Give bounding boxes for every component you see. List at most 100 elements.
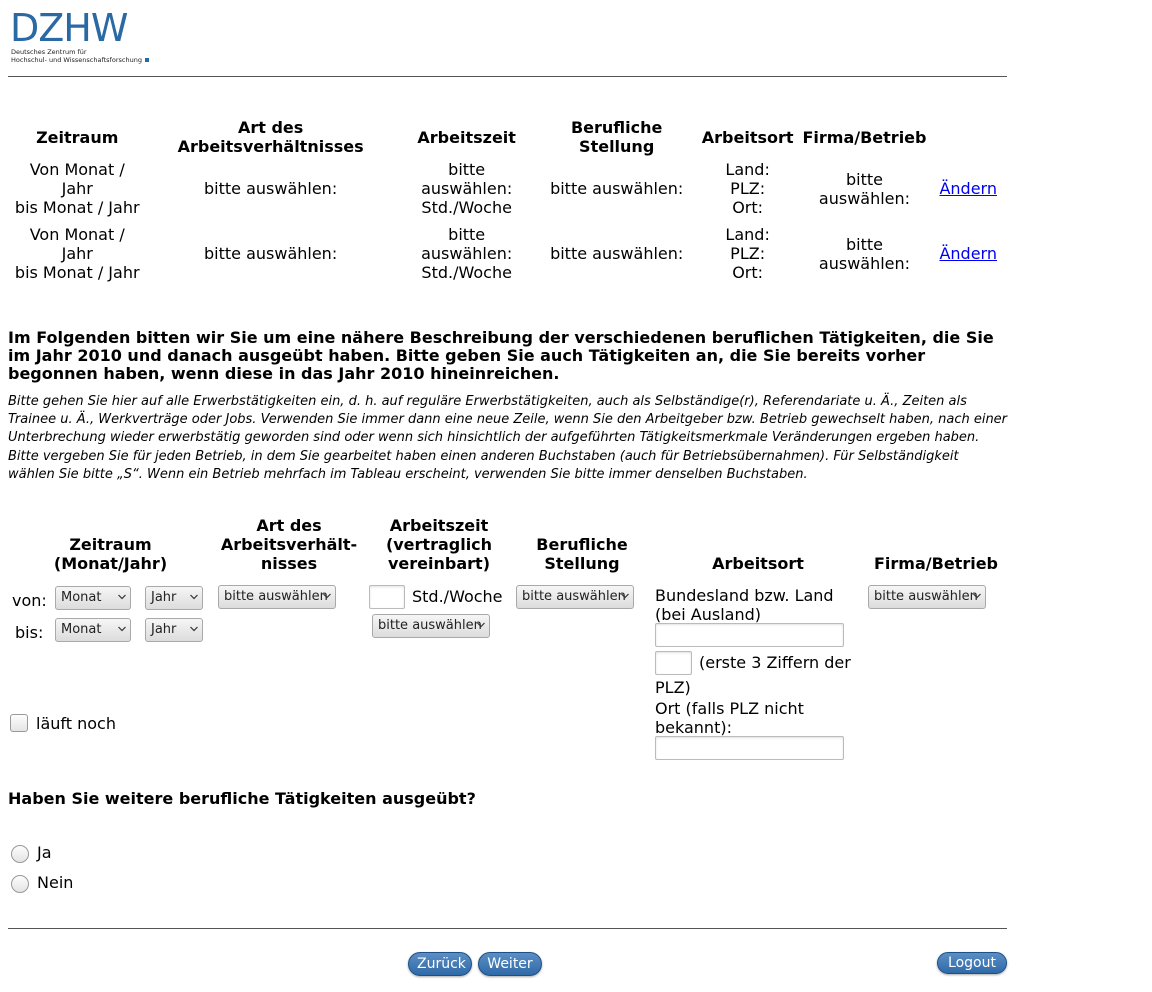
arbeitszeit-select[interactable]: bitte auswählen xyxy=(372,614,490,638)
entry-header-art: Art des Arbeitsverhält-nisses xyxy=(214,516,364,573)
summary-header-art: Art des Arbeitsverhältnisses xyxy=(177,118,364,156)
summary-cell-arbeitsort: Land: PLZ: Ort: xyxy=(695,156,801,221)
chevron-down-icon xyxy=(323,593,331,599)
logo-subtitle-line2: Hochschul- und Wissenschaftsforschung xyxy=(11,56,149,64)
firma-line: bitte xyxy=(845,169,883,189)
von-year-select[interactable]: Jahr xyxy=(145,586,203,610)
footer-divider xyxy=(8,928,1007,929)
az-line: auswählen: xyxy=(421,244,513,263)
zeitraum-line: bis Monat / Jahr xyxy=(14,263,140,282)
az-line: bitte xyxy=(448,160,486,179)
ort-line: Ort: xyxy=(732,263,764,282)
back-button[interactable]: Zurück xyxy=(408,952,472,976)
header-line: (Monat/Jahr) xyxy=(53,554,168,573)
bundesland-input[interactable] xyxy=(655,623,844,647)
plz-label-line1: (erste 3 Ziffern der xyxy=(699,653,851,672)
summary-cell-art: bitte auswählen: xyxy=(204,244,338,263)
activity-entry-form: Zeitraum (Monat/Jahr) Art des Arbeitsverhä… xyxy=(8,516,1008,766)
header-line: (vertraglich xyxy=(385,535,493,554)
summary-cell-firma: bitte auswählen: xyxy=(800,156,928,221)
zeitraum-line: Von Monat / xyxy=(29,225,125,244)
entry-header-firma: Firma/Betrieb xyxy=(874,554,998,573)
chevron-down-icon xyxy=(477,622,485,628)
zeitraum-line: Jahr xyxy=(61,179,93,198)
logo-subtitle-line1: Deutsches Zentrum für xyxy=(11,48,87,56)
bis-month-select[interactable]: Monat xyxy=(55,618,131,642)
summary-header-firma: Firma/Betrieb xyxy=(802,127,927,147)
summary-cell-arbeitsort: Land: PLZ: Ort: xyxy=(695,221,801,286)
radio-no-label: Nein xyxy=(37,873,74,892)
az-line: Std./Woche xyxy=(421,198,512,217)
label-line: Bundesland bzw. Land xyxy=(655,586,834,605)
ort-label: Ort (falls PLZ nicht bekannt): xyxy=(655,699,804,737)
header-line: nisses xyxy=(260,554,318,573)
hours-per-week-input[interactable] xyxy=(369,585,405,609)
logout-button[interactable]: Logout xyxy=(937,952,1007,974)
select-value: Monat xyxy=(61,622,102,637)
bundesland-label: Bundesland bzw. Land (bei Ausland) xyxy=(655,586,834,624)
intro-details: Bitte gehen Sie hier auf alle Erwerbstät… xyxy=(8,393,1008,484)
activities-summary-table: Zeitraum Art des Arbeitsverhältnisses Arb… xyxy=(8,118,1008,286)
summary-cell-firma: bitte auswählen: xyxy=(800,221,928,286)
summary-cell-arbeitszeit: bitte auswählen: Std./Woche xyxy=(395,221,539,286)
header-line: Arbeitszeit xyxy=(389,516,489,535)
select-value: bitte auswählen xyxy=(378,618,482,633)
logo-subtitle-line2-text: Hochschul- und Wissenschaftsforschung xyxy=(11,56,142,64)
header-line: Stellung xyxy=(544,554,620,573)
summary-cell-art: bitte auswählen: xyxy=(204,179,338,198)
summary-cell-stellung: bitte auswählen: xyxy=(550,179,684,198)
header-line: Arbeitsverhält- xyxy=(220,535,358,554)
summary-cell-zeitraum: Von Monat / Jahr bis Monat / Jahr xyxy=(8,156,146,221)
select-value: Jahr xyxy=(151,622,177,637)
more-activities-question: Haben Sie weitere berufliche Tätigkeiten… xyxy=(8,789,476,808)
plz-label-line2: PLZ) xyxy=(655,678,691,697)
summary-cell-zeitraum: Von Monat / Jahr bis Monat / Jahr xyxy=(8,221,146,286)
header-line: vereinbart) xyxy=(388,554,490,573)
header-line: Berufliche xyxy=(536,535,628,554)
label-line: bekannt): xyxy=(655,718,732,737)
radio-no[interactable] xyxy=(11,875,29,893)
entry-header-stellung: Berufliche Stellung xyxy=(523,535,641,573)
label-line: (bei Ausland) xyxy=(655,605,761,624)
az-line: bitte xyxy=(448,225,486,244)
ort-input[interactable] xyxy=(655,736,844,760)
summary-row: Von Monat / Jahr bis Monat / Jahr bitte au… xyxy=(8,221,1008,286)
radio-yes-label: Ja xyxy=(37,843,52,862)
laeuft-noch-checkbox[interactable] xyxy=(10,714,28,732)
ort-line: Land: xyxy=(725,225,770,244)
firma-select[interactable]: bitte auswählen xyxy=(868,585,986,609)
label-line: Ort (falls PLZ nicht xyxy=(655,699,804,718)
header-divider xyxy=(8,76,1007,77)
summary-header-arbeitsort: Arbeitsort xyxy=(701,127,794,147)
intro-details-p2: Bitte vergeben Sie für jeden Betrieb, in… xyxy=(8,448,959,482)
radio-yes[interactable] xyxy=(11,845,29,863)
edit-link[interactable]: Ändern xyxy=(939,244,997,263)
next-button[interactable]: Weiter xyxy=(478,952,542,976)
logo-dot-icon xyxy=(144,58,149,62)
chevron-down-icon xyxy=(190,626,198,632)
zeitraum-line: Jahr xyxy=(61,244,93,263)
summary-row: Von Monat / Jahr bis Monat / Jahr bitte au… xyxy=(8,156,1008,221)
firma-line: auswählen: xyxy=(818,253,911,273)
select-value: Monat xyxy=(61,590,102,605)
bis-year-select[interactable]: Jahr xyxy=(145,618,203,642)
summary-cell-action: Ändern xyxy=(928,221,1008,286)
von-month-select[interactable]: Monat xyxy=(55,586,131,610)
plz-input[interactable] xyxy=(655,651,692,675)
firma-line: auswählen: xyxy=(818,188,911,208)
dzhw-logo: DZHW Deutsches Zentrum für Hochschul- un… xyxy=(10,9,150,66)
az-line: auswählen: xyxy=(421,179,513,198)
edit-link[interactable]: Ändern xyxy=(939,179,997,198)
ort-line: PLZ: xyxy=(730,179,766,198)
select-value: bitte auswählen xyxy=(522,589,626,604)
stellung-select[interactable]: bitte auswählen xyxy=(516,585,634,609)
select-value: bitte auswählen xyxy=(224,589,328,604)
art-select[interactable]: bitte auswählen xyxy=(218,585,336,609)
header-line: Zeitraum xyxy=(69,535,152,554)
ort-line: Land: xyxy=(725,160,770,179)
chevron-down-icon xyxy=(973,593,981,599)
summary-header-zeitraum: Zeitraum xyxy=(36,127,119,147)
entry-header-arbeitsort: Arbeitsort xyxy=(712,554,804,573)
von-label: von: xyxy=(12,591,47,610)
intro-instructions: Im Folgenden bitten wir Sie um eine nähe… xyxy=(8,328,994,383)
